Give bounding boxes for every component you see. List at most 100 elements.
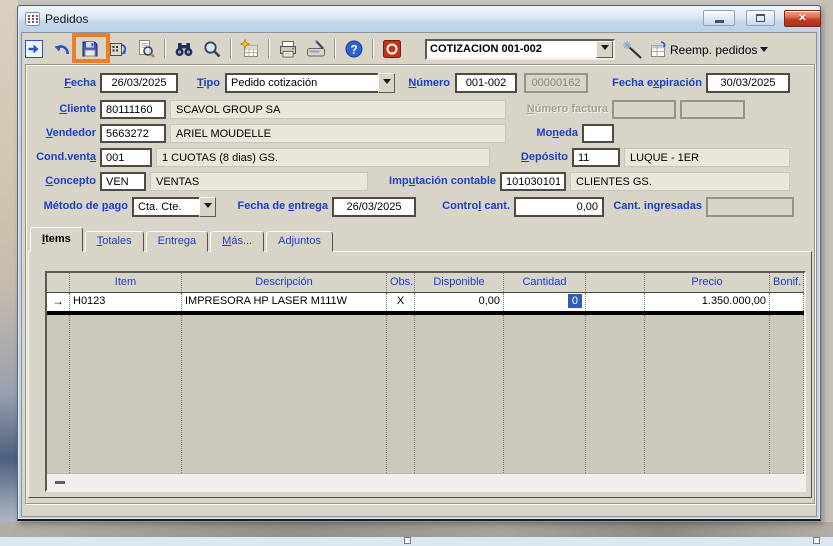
grid-header-cantidad[interactable]: Cantidad <box>504 273 586 292</box>
grid-empty-area <box>47 315 804 473</box>
table-row[interactable]: → H0123 IMPRESORA HP LASER M111W X 0,00 … <box>47 293 804 311</box>
vendedor-name-field: ARIEL MOUDELLE <box>170 124 506 143</box>
toolbar-separator <box>268 39 270 59</box>
cant-ingresadas-label: Cant. ingresadas <box>608 200 702 212</box>
tab-adjuntos[interactable]: Adjuntos <box>266 231 333 252</box>
titlebar[interactable] <box>19 7 819 32</box>
svg-text:?: ? <box>350 43 357 57</box>
concepto-label: Concepto <box>28 175 96 187</box>
fecha-expiracion-input[interactable] <box>706 73 790 93</box>
tipo-combobox[interactable]: Pedido cotización <box>225 73 395 93</box>
undo-button[interactable] <box>50 37 74 61</box>
tab-items[interactable]: Items <box>30 227 83 252</box>
current-row-arrow-icon: → <box>52 294 64 308</box>
tab-mas[interactable]: Más... <box>210 231 264 252</box>
tabstrip: Items Totales Entrega Más... Adjuntos <box>30 228 335 252</box>
grid-header-bonif[interactable]: Bonif. <box>770 273 804 292</box>
numero-factura-label: Número factura <box>512 103 608 115</box>
tipo-value: Pedido cotización <box>225 73 378 93</box>
cell-bonif[interactable] <box>770 293 804 311</box>
metodo-pago-label: Método de pago <box>24 200 128 212</box>
deposito-name-field: LUQUE - 1ER <box>624 148 790 167</box>
numero-input[interactable] <box>455 73 517 93</box>
metodo-pago-combobox[interactable]: Cta. Cte. <box>132 197 216 217</box>
cliente-code-input[interactable] <box>100 100 166 119</box>
post-icon <box>108 39 128 59</box>
fecha-expiracion-label: Fecha expiración <box>590 77 702 89</box>
tab-entrega[interactable]: Entrega <box>146 231 209 252</box>
grid-header-blank[interactable] <box>586 273 645 292</box>
chevron-down-icon <box>383 79 391 88</box>
cantidad-selected-value[interactable]: 0 <box>568 294 582 308</box>
close-button[interactable]: ✕ <box>784 10 821 27</box>
maximize-button[interactable] <box>746 10 775 26</box>
grid-horizontal-scrollbar[interactable] <box>47 473 804 490</box>
print-button[interactable] <box>276 37 300 61</box>
cell-cantidad[interactable]: 0 <box>504 293 586 311</box>
grid-header-item[interactable]: Item <box>70 273 182 292</box>
scan-icon <box>305 39 327 59</box>
concepto-code-input[interactable] <box>100 172 146 191</box>
minimize-icon <box>715 20 724 23</box>
row-selector-cell[interactable]: → <box>47 293 70 311</box>
grid-header-obs[interactable]: Obs. <box>387 273 415 292</box>
zoom-icon <box>202 39 222 59</box>
new-record-button[interactable] <box>238 37 262 61</box>
doc-type-combobox[interactable]: COTIZACION 001-002 <box>425 39 615 60</box>
close-icon: ✕ <box>798 13 806 24</box>
find-icon <box>173 39 195 59</box>
find-button[interactable] <box>172 37 196 61</box>
fecha-entrega-input[interactable] <box>332 197 416 217</box>
scan-button[interactable] <box>304 37 328 61</box>
cond-venta-code-input[interactable] <box>100 148 152 167</box>
cell-disponible[interactable]: 0,00 <box>415 293 504 311</box>
fecha-entrega-label: Fecha de entrega <box>222 200 328 212</box>
undo-icon <box>52 39 72 59</box>
cell-item[interactable]: H0123 <box>70 293 182 311</box>
enter-button[interactable] <box>22 37 46 61</box>
zoom-button[interactable] <box>200 37 224 61</box>
moneda-input[interactable] <box>582 124 614 143</box>
imputacion-code-input[interactable] <box>500 172 566 191</box>
tipo-dropdown-button[interactable] <box>378 73 395 93</box>
wizard-button[interactable] <box>621 40 645 60</box>
grid-header-disponible[interactable]: Disponible <box>415 273 504 292</box>
numero-label: Número <box>400 77 450 89</box>
vendedor-code-input[interactable] <box>100 124 166 143</box>
numero-factura-field-2 <box>680 100 745 119</box>
doc-type-dropdown-button[interactable] <box>596 41 613 58</box>
help-icon: ? <box>344 39 364 59</box>
control-cant-label: Control cant. <box>424 200 510 212</box>
deposito-code-input[interactable] <box>572 148 620 167</box>
desktop-wallpaper-bottom <box>0 522 833 537</box>
exit-icon <box>382 39 402 59</box>
metodo-pago-value: Cta. Cte. <box>132 197 199 217</box>
control-cant-input[interactable] <box>514 197 604 217</box>
exit-button[interactable] <box>380 37 404 61</box>
cond-venta-label: Cond.venta <box>20 151 96 163</box>
selection-handle-bottom-right <box>813 537 820 544</box>
tab-totales[interactable]: Totales <box>85 231 144 252</box>
print-preview-button[interactable] <box>134 37 158 61</box>
minimize-button[interactable] <box>703 10 735 26</box>
cond-venta-name-field: 1 CUOTAS (8 dias) GS. <box>156 148 490 167</box>
help-button[interactable]: ? <box>342 37 366 61</box>
grid-header-selector <box>47 273 70 292</box>
cell-blank[interactable] <box>586 293 645 311</box>
toolbar-separator <box>230 39 232 59</box>
cell-descripcion[interactable]: IMPRESORA HP LASER M111W <box>182 293 387 311</box>
cell-precio[interactable]: 1.350.000,00 <box>645 293 770 311</box>
grid-header-precio[interactable]: Precio <box>645 273 770 292</box>
app-icon <box>25 12 40 26</box>
selection-handle-bottom-center <box>404 537 411 544</box>
scrollbar-thumb[interactable] <box>55 481 65 484</box>
cell-obs[interactable]: X <box>387 293 415 311</box>
grid-header-descripcion[interactable]: Descripción <box>182 273 387 292</box>
toolbar-separator <box>334 39 336 59</box>
wizard-icon <box>622 40 644 60</box>
replace-orders-icon <box>649 41 667 59</box>
imputacion-name-field: CLIENTES GS. <box>570 172 790 191</box>
reemp-pedidos-label: Reemp. pedidos <box>670 43 757 57</box>
metodo-pago-dropdown-button[interactable] <box>199 197 216 217</box>
reemp-pedidos-button[interactable]: Reemp. pedidos <box>649 40 768 60</box>
